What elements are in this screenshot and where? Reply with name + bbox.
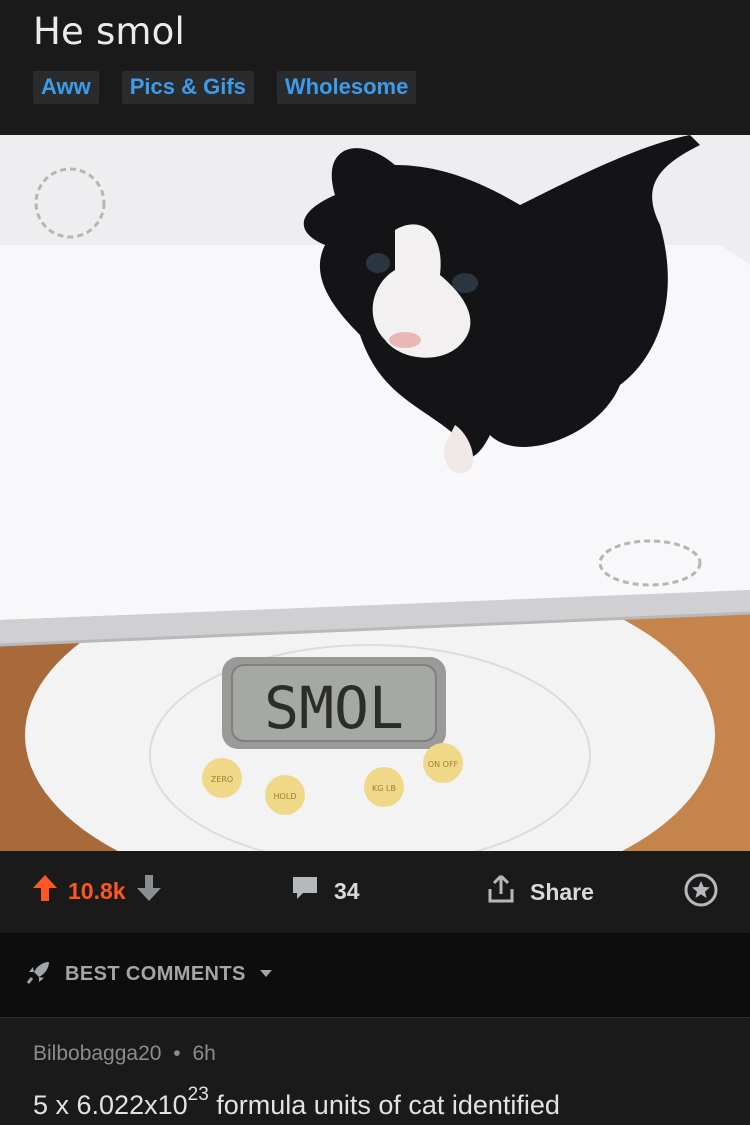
upvote-icon[interactable] [32, 873, 58, 909]
comments-button[interactable]: 34 [290, 873, 360, 909]
lcd-text: SMOL [264, 674, 404, 742]
post-header: He smol Aww Pics & Gifs Wholesome [0, 0, 750, 135]
vote-score: 10.8k [68, 877, 126, 904]
post-action-bar: 10.8k 34 Share [0, 851, 750, 933]
comment-body: 5 x 6.022x1023 formula units of cat iden… [33, 1084, 560, 1121]
vote-group: 10.8k [32, 873, 162, 909]
comment-bubble-icon [290, 873, 320, 909]
comment-age: 6h [192, 1042, 216, 1065]
comment-text-prefix: 5 x 6.022x10 [33, 1090, 188, 1120]
kitten-on-scale-illustration: SMOL ZERO HOLD KG LB ON OFF [0, 135, 750, 851]
button-power-label: ON OFF [428, 760, 459, 769]
share-icon [486, 873, 516, 911]
comment-count: 34 [334, 877, 360, 904]
comment-text-exponent: 23 [187, 1084, 209, 1105]
downvote-icon[interactable] [136, 873, 162, 909]
comment-meta: Bilbobagga20 • 6h [33, 1042, 216, 1066]
comments-header-band: BEST COMMENTS [0, 933, 750, 1017]
share-button[interactable]: Share [486, 873, 594, 911]
comment-item: Bilbobagga20 • 6h 5 x 6.022x1023 formula… [0, 1017, 750, 1125]
rocket-icon [25, 958, 53, 991]
star-icon [684, 873, 718, 913]
save-button[interactable] [684, 873, 718, 913]
post-image[interactable]: SMOL ZERO HOLD KG LB ON OFF [0, 135, 750, 851]
flair-aww[interactable]: Aww [33, 71, 99, 104]
comment-sort-dropdown[interactable]: BEST COMMENTS [25, 958, 274, 991]
button-zero-label: ZERO [211, 775, 233, 784]
chevron-down-icon [258, 966, 274, 984]
sort-label: BEST COMMENTS [65, 963, 246, 985]
button-hold-label: HOLD [274, 792, 297, 801]
comment-text-suffix: formula units of cat identified [208, 1090, 560, 1120]
kitten-mouth [389, 332, 421, 348]
flair-list: Aww Pics & Gifs Wholesome [33, 71, 417, 104]
share-label: Share [530, 878, 594, 905]
flair-pics-gifs[interactable]: Pics & Gifs [121, 71, 254, 104]
kitten-eye-left [366, 253, 390, 273]
flair-wholesome[interactable]: Wholesome [276, 71, 417, 104]
comment-author[interactable]: Bilbobagga20 [33, 1042, 161, 1065]
meta-separator: • [173, 1042, 181, 1065]
button-unit-label: KG LB [372, 784, 396, 793]
post-title: He smol [33, 10, 185, 53]
kitten-eye-right [452, 273, 478, 293]
